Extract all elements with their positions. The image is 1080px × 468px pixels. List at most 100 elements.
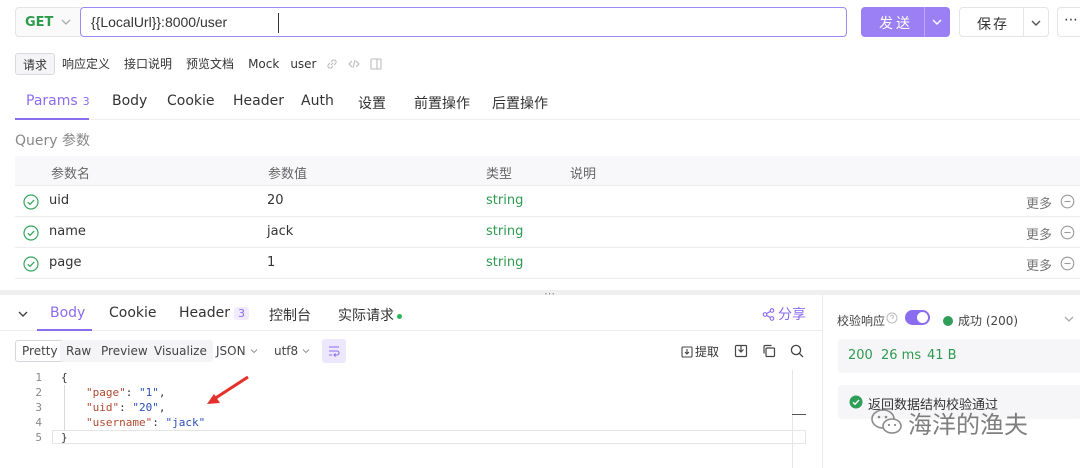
doc-tab-request[interactable]: 请求 — [15, 53, 56, 75]
indent-guide — [64, 385, 65, 430]
doc-tab-api-desc[interactable]: 接口说明 — [117, 53, 179, 75]
encoding-select[interactable]: utf8 — [274, 340, 311, 362]
validation-toggle[interactable] — [905, 310, 930, 325]
resp-tab-actual-request[interactable]: 实际请求 — [338, 305, 402, 325]
param-name[interactable]: name — [49, 224, 86, 239]
tab-params[interactable]: Params 3 — [26, 93, 90, 109]
doc-tab-response-def[interactable]: 响应定义 — [55, 53, 117, 75]
json-value: "20" — [132, 401, 159, 414]
tab-cookie[interactable]: Cookie — [167, 93, 215, 109]
check-circle-icon[interactable] — [23, 225, 39, 241]
save-response-icon[interactable] — [733, 343, 749, 359]
param-more[interactable]: 更多 — [1026, 255, 1052, 274]
content-type-select[interactable]: JSON — [216, 340, 259, 362]
response-size: 41 B — [927, 348, 957, 363]
param-type[interactable]: string — [486, 224, 523, 239]
tab-header[interactable]: Header — [233, 93, 284, 109]
method-select[interactable]: GET — [15, 7, 83, 37]
param-more[interactable]: 更多 — [1026, 193, 1052, 212]
format-preview[interactable]: Preview — [95, 340, 154, 362]
tab-auth[interactable]: Auth — [301, 93, 334, 109]
active-tab-indicator — [15, 118, 89, 120]
line-number: 4 — [35, 416, 42, 429]
api-name: user — [290, 57, 317, 71]
header-count: 3 — [233, 307, 249, 320]
tab-post-ops[interactable]: 后置操作 — [492, 93, 548, 113]
doc-tab-preview[interactable]: 预览文档 — [179, 53, 241, 75]
response-body-editor[interactable]: 1 2 3 4 5 { "page": "1", "uid": "20", "u… — [0, 370, 822, 468]
tab-params-label: Params — [26, 93, 78, 109]
active-tab-indicator — [37, 329, 92, 331]
resp-tab-console[interactable]: 控制台 — [269, 305, 311, 325]
tab-settings[interactable]: 设置 — [358, 93, 386, 113]
param-type[interactable]: string — [486, 255, 523, 270]
col-desc-header: 说明 — [570, 167, 597, 182]
params-count: 3 — [82, 95, 90, 108]
chevron-down-icon[interactable] — [1063, 313, 1075, 325]
more-button[interactable]: ⋯ — [1057, 7, 1080, 37]
remove-circle-icon[interactable] — [1060, 194, 1075, 209]
format-pretty[interactable]: Pretty — [15, 340, 65, 362]
text-caret — [278, 13, 279, 33]
col-type-header: 类型 — [486, 167, 513, 182]
doc-tab-mock[interactable]: Mock — [241, 53, 286, 75]
search-icon[interactable] — [789, 343, 805, 359]
link-icon[interactable] — [325, 57, 339, 71]
save-button[interactable]: 保存 — [959, 7, 1049, 37]
remove-circle-icon[interactable] — [1060, 256, 1075, 271]
response-tabs: Body Cookie Header 3 控制台 实际请求 分享 — [0, 295, 822, 331]
annotation-arrow-icon — [207, 375, 249, 404]
share-button[interactable]: 分享 — [762, 304, 806, 324]
format-raw[interactable]: Raw — [60, 340, 98, 362]
json-comma: , — [158, 401, 166, 414]
extract-button[interactable]: 提取 — [681, 343, 719, 360]
json-value: "1" — [139, 386, 159, 399]
check-circle-icon[interactable] — [23, 256, 39, 272]
copy-icon[interactable] — [761, 343, 777, 359]
tab-body[interactable]: Body — [112, 93, 147, 109]
request-bar: GET {{LocalUrl}}:8000/user 发送 保存 ⋯ — [15, 7, 1080, 37]
resp-tab-body[interactable]: Body — [50, 305, 85, 321]
check-circle-icon[interactable] — [23, 194, 39, 210]
param-value[interactable]: 20 — [267, 193, 284, 208]
validation-status-text: 成功 (200) — [958, 314, 1019, 328]
chevron-down-icon[interactable] — [931, 16, 943, 28]
chevron-down-icon — [302, 349, 310, 354]
help-icon[interactable] — [886, 312, 898, 324]
watermark-text: 海洋的渔夫 — [908, 410, 1028, 439]
request-tabs: Params 3 Body Cookie Header Auth 设置 前置操作 … — [15, 86, 1080, 120]
param-value[interactable]: 1 — [267, 255, 275, 270]
word-wrap-button[interactable] — [322, 339, 346, 363]
save-label: 保存 — [977, 17, 1009, 33]
param-name[interactable]: uid — [49, 193, 69, 208]
code-line: } — [61, 431, 68, 444]
url-input[interactable]: {{LocalUrl}}:8000/user — [80, 7, 847, 37]
split-view-icon[interactable] — [369, 57, 383, 71]
send-separator — [924, 7, 925, 37]
code-icon[interactable] — [347, 57, 361, 71]
line-number: 5 — [35, 431, 42, 444]
code-line: "username": "jack" — [86, 416, 206, 429]
param-type[interactable]: string — [486, 193, 523, 208]
check-filled-icon — [849, 395, 863, 409]
scrollbar-track[interactable] — [792, 370, 793, 468]
watermark: 海洋的渔夫 — [870, 404, 1028, 440]
response-metrics: 200 26 ms 41 B — [838, 339, 1080, 373]
send-button[interactable]: 发送 — [861, 7, 950, 37]
scrollbar-marker — [792, 414, 806, 415]
more-icon: ⋯ — [1064, 12, 1078, 28]
tab-pre-ops[interactable]: 前置操作 — [414, 93, 470, 113]
resp-tab-cookie[interactable]: Cookie — [109, 305, 157, 321]
param-more[interactable]: 更多 — [1026, 224, 1052, 243]
resp-tab-header[interactable]: Header 3 — [179, 305, 249, 321]
chevron-down-icon[interactable] — [1030, 17, 1042, 29]
remove-circle-icon[interactable] — [1060, 225, 1075, 240]
format-visualize[interactable]: Visualize — [148, 340, 213, 362]
param-name[interactable]: page — [49, 255, 81, 270]
param-value[interactable]: jack — [267, 224, 293, 239]
collapse-chevron-icon[interactable] — [17, 308, 29, 320]
validate-response-label: 校验响应 — [837, 314, 886, 328]
status-dot — [397, 313, 402, 319]
content-type-value: JSON — [216, 344, 246, 358]
encoding-value: utf8 — [274, 344, 299, 358]
